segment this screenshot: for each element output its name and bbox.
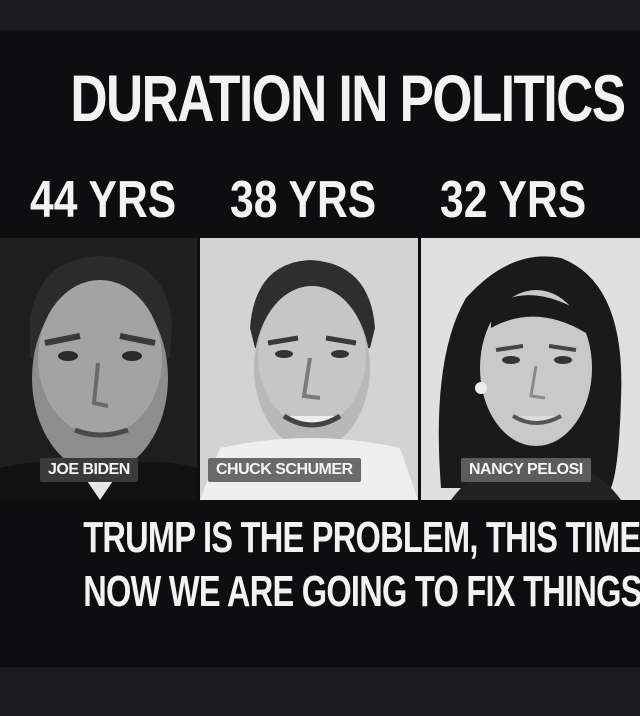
tagline-line-1: TRUMP IS THE PROBLEM, THIS TIME. xyxy=(83,513,640,562)
headline: DURATION IN POLITICS xyxy=(70,61,626,135)
duration-pelosi: 32 YRS xyxy=(440,171,587,229)
photo-panel-biden: JOE BIDEN xyxy=(0,238,197,500)
nameplate-schumer: CHUCK SCHUMER xyxy=(208,458,361,482)
nameplate-biden: JOE BIDEN xyxy=(40,458,138,482)
photo-strip: JOE BIDEN CHUCK SCHUMER NANCY PELOSI xyxy=(0,238,640,500)
duration-biden: 44 YRS xyxy=(30,171,177,229)
tagline-line-2: NOW WE ARE GOING TO FIX THINGS! xyxy=(83,567,640,616)
nameplate-pelosi: NANCY PELOSI xyxy=(461,458,591,482)
meme-image: DURATION IN POLITICS 44 YRS 38 YRS 32 YR… xyxy=(0,30,640,667)
duration-schumer: 38 YRS xyxy=(230,171,377,229)
photo-panel-pelosi: NANCY PELOSI xyxy=(421,238,640,500)
photo-panel-schumer: CHUCK SCHUMER xyxy=(200,238,418,500)
